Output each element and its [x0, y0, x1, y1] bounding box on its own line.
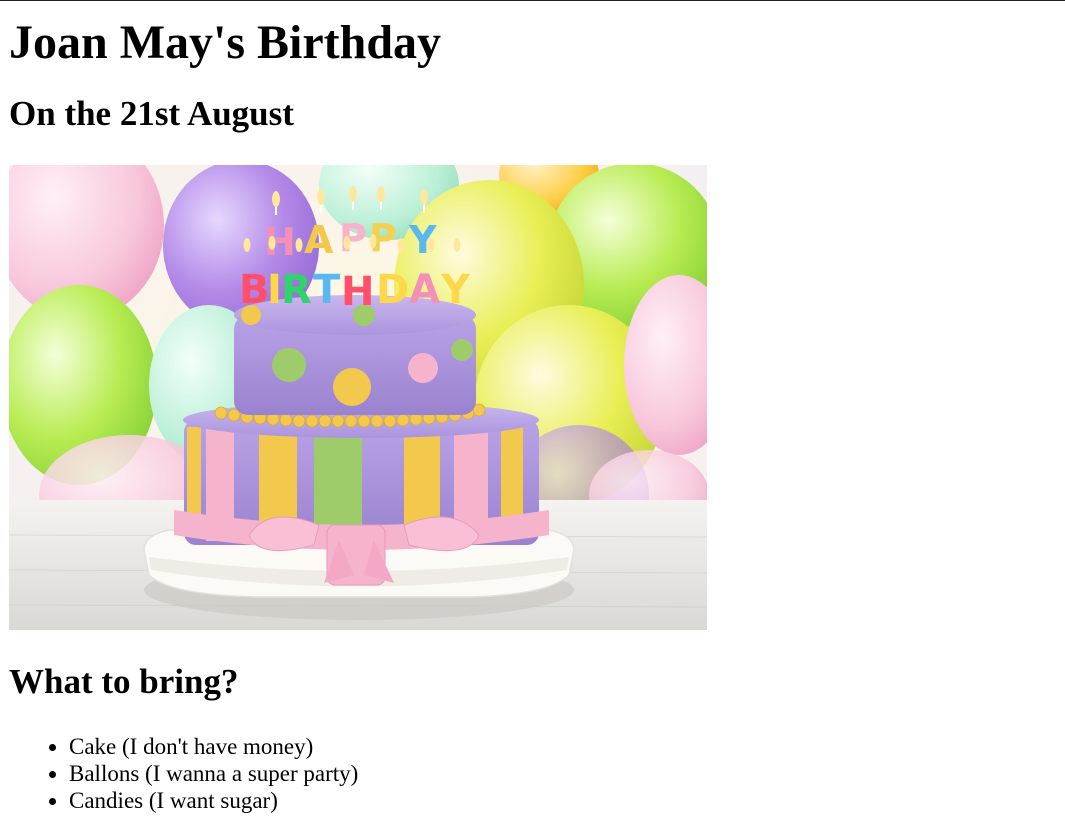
- svg-text:D: D: [376, 267, 409, 313]
- svg-text:A: A: [304, 218, 334, 262]
- list-item: Candies (I want sugar): [69, 787, 1059, 814]
- birthday-cake-image: H A P P Y B I R T H D A Y: [9, 165, 707, 630]
- svg-text:Y: Y: [440, 267, 471, 313]
- list-item: Cake (I don't have money): [69, 733, 1059, 760]
- svg-text:P: P: [339, 216, 367, 260]
- page-title: Joan May's Birthday: [9, 16, 442, 69]
- svg-text:R: R: [281, 267, 312, 313]
- svg-text:B: B: [239, 267, 270, 313]
- bring-list: Cake (I don't have money) Ballons (I wan…: [9, 733, 1059, 814]
- svg-text:I: I: [267, 267, 282, 313]
- page-subtitle: On the 21st August: [9, 94, 294, 133]
- page-content: Joan May's Birthday On the 21st August H…: [9, 1, 1059, 814]
- list-item: Ballons (I wanna a super party): [69, 760, 1059, 787]
- svg-text:H: H: [341, 269, 374, 315]
- svg-text:T: T: [313, 267, 341, 313]
- section-title-what-to-bring: What to bring?: [9, 662, 239, 701]
- svg-text:A: A: [409, 267, 440, 313]
